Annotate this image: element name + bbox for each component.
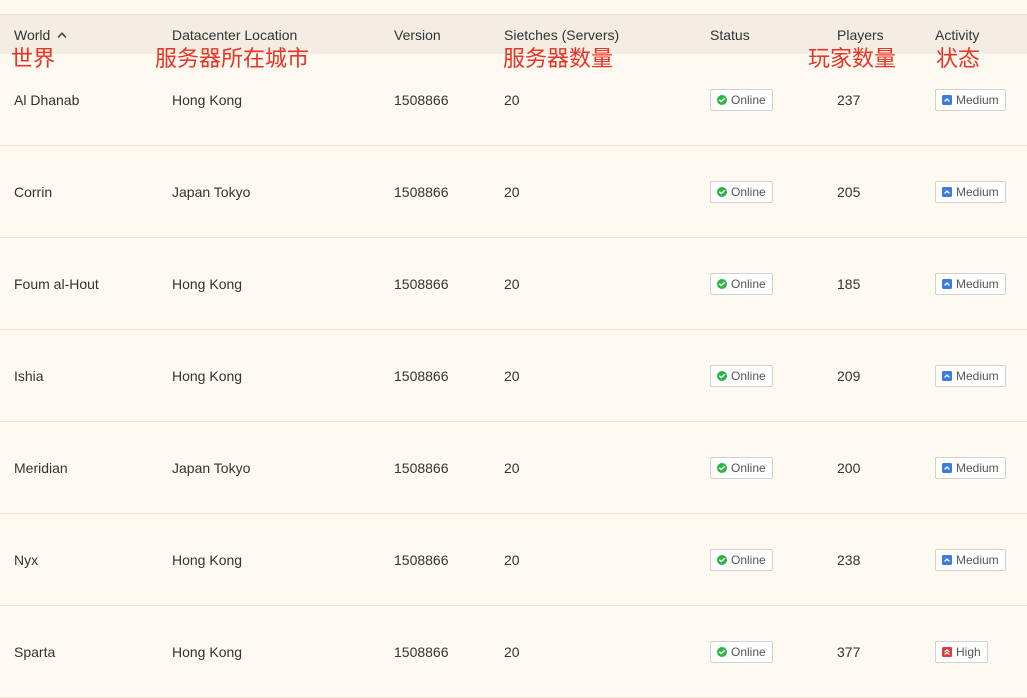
arrow-up-icon [942,462,952,473]
activity-badge: High [935,641,988,663]
datacenter-location: Hong Kong [172,368,243,384]
column-header-status[interactable]: Status [710,15,750,55]
player-count: 237 [837,92,861,108]
activity-badge: Medium [935,365,1006,387]
status-label: Online [731,553,766,567]
status-badge: Online [710,89,773,111]
activity-badge: Medium [935,457,1006,479]
activity-label: Medium [956,461,999,475]
player-count: 205 [837,184,861,200]
double-arrow-up-icon [942,646,952,657]
check-circle-icon [717,186,727,197]
table-row[interactable]: Sparta Hong Kong 1508866 20 Online 377 H… [0,606,1027,698]
status-badge: Online [710,273,773,295]
status-label: Online [731,93,766,107]
player-count: 238 [837,552,861,568]
status-badge: Online [710,641,773,663]
status-label: Online [731,277,766,291]
arrow-up-icon [942,370,952,381]
activity-badge: Medium [935,89,1006,111]
status-label: Online [731,369,766,383]
column-header-version[interactable]: Version [394,15,441,55]
activity-label: Medium [956,277,999,291]
activity-badge: Medium [935,549,1006,571]
arrow-up-icon [942,94,952,105]
check-circle-icon [717,94,727,105]
world-name: Sparta [14,644,56,660]
check-circle-icon [717,370,727,381]
datacenter-location: Hong Kong [172,92,243,108]
status-label: Online [731,461,766,475]
arrow-up-icon [942,554,952,565]
world-name: Meridian [14,460,68,476]
check-circle-icon [717,554,727,565]
table-row[interactable]: Al Dhanab Hong Kong 1508866 20 Online 23… [0,54,1027,146]
world-name: Nyx [14,552,39,568]
version: 1508866 [394,368,449,384]
version: 1508866 [394,644,449,660]
table-row[interactable]: Nyx Hong Kong 1508866 20 Online 238 Medi… [0,514,1027,606]
server-count: 20 [504,552,520,568]
datacenter-location: Japan Tokyo [172,184,251,200]
activity-label: Medium [956,185,999,199]
version: 1508866 [394,184,449,200]
check-circle-icon [717,278,727,289]
chevron-up-icon[interactable] [57,30,67,40]
status-label: Online [731,185,766,199]
server-count: 20 [504,184,520,200]
player-count: 209 [837,368,861,384]
player-count: 185 [837,276,861,292]
status-label: Online [731,645,766,659]
server-count: 20 [504,460,520,476]
status-badge: Online [710,181,773,203]
version: 1508866 [394,92,449,108]
world-name: Foum al-Hout [14,276,99,292]
player-count: 377 [837,644,861,660]
activity-label: Medium [956,369,999,383]
version: 1508866 [394,552,449,568]
server-count: 20 [504,276,520,292]
table-row[interactable]: Foum al-Hout Hong Kong 1508866 20 Online… [0,238,1027,330]
datacenter-location: Hong Kong [172,644,243,660]
activity-label: Medium [956,93,999,107]
world-name: Ishia [14,368,44,384]
server-list-page: World Datacenter Location Version Sietch… [0,0,1027,698]
status-badge: Online [710,365,773,387]
status-badge: Online [710,549,773,571]
check-circle-icon [717,462,727,473]
status-badge: Online [710,457,773,479]
datacenter-location: Hong Kong [172,552,243,568]
column-header-world-label: World [14,27,51,43]
activity-label: Medium [956,553,999,567]
version: 1508866 [394,460,449,476]
table-row[interactable]: Meridian Japan Tokyo 1508866 20 Online 2… [0,422,1027,514]
activity-badge: Medium [935,273,1006,295]
arrow-up-icon [942,278,952,289]
activity-badge: Medium [935,181,1006,203]
arrow-up-icon [942,186,952,197]
player-count: 200 [837,460,861,476]
version: 1508866 [394,276,449,292]
top-strip [0,0,1027,14]
server-count: 20 [504,92,520,108]
server-count: 20 [504,644,520,660]
datacenter-location: Hong Kong [172,276,243,292]
table-row[interactable]: Corrin Japan Tokyo 1508866 20 Online 205… [0,146,1027,238]
server-count: 20 [504,368,520,384]
world-name: Al Dhanab [14,92,80,108]
world-name: Corrin [14,184,53,200]
activity-label: High [956,645,981,659]
table-row[interactable]: Ishia Hong Kong 1508866 20 Online 209 Me… [0,330,1027,422]
datacenter-location: Japan Tokyo [172,460,251,476]
check-circle-icon [717,646,727,657]
